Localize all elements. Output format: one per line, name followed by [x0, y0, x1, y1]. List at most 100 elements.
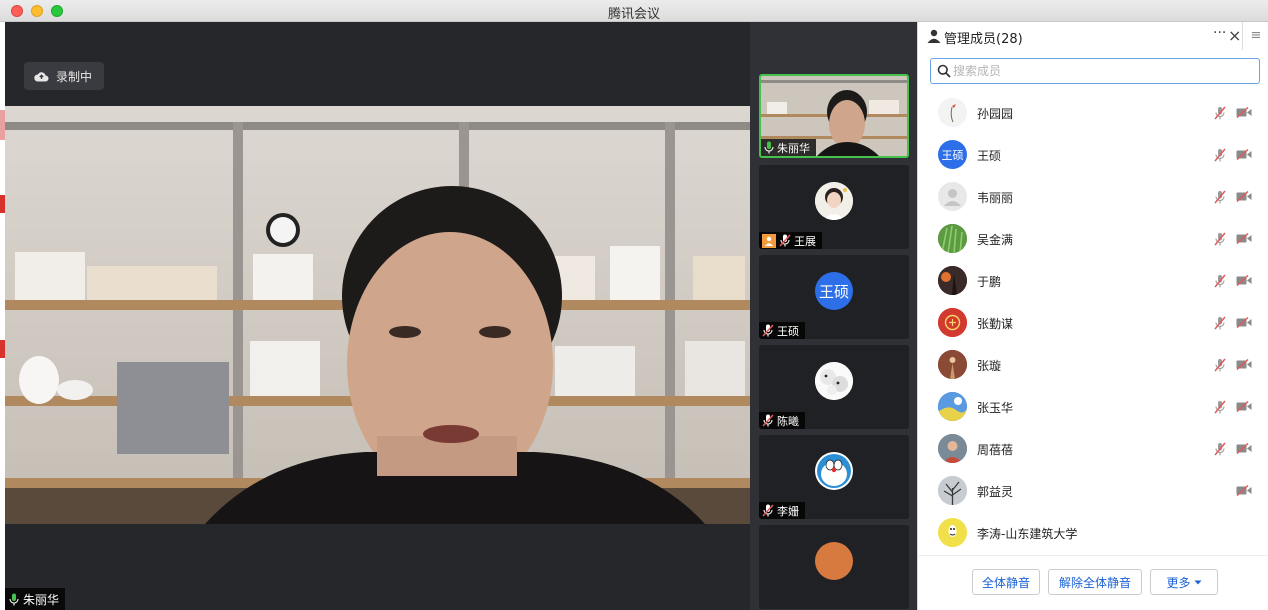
- camera-off-icon[interactable]: [1236, 107, 1252, 118]
- mic-muted-icon: [779, 234, 791, 247]
- camera-off-icon[interactable]: [1236, 191, 1252, 202]
- cartoon-avatar-icon: [938, 518, 967, 547]
- member-search-box[interactable]: [930, 58, 1260, 84]
- avatar: [938, 434, 967, 463]
- caret-down-icon: [1194, 580, 1201, 584]
- mic-muted-icon[interactable]: [1214, 274, 1226, 288]
- member-row[interactable]: 周蓓蓓: [918, 428, 1268, 470]
- mic-muted-icon: [762, 504, 774, 517]
- doraemon-photo-icon: [817, 454, 851, 488]
- member-name: 郭益灵: [977, 485, 1014, 499]
- camera-off-icon[interactable]: [1236, 233, 1252, 244]
- mic-muted-icon[interactable]: [1214, 190, 1226, 204]
- member-row[interactable]: 吴金满: [918, 218, 1268, 260]
- member-name: 孙园园: [977, 107, 1014, 121]
- avatar: [938, 476, 967, 505]
- camera-off-icon[interactable]: [1236, 275, 1252, 286]
- puppies-photo-icon: [815, 362, 853, 400]
- panel-footer: 全体静音 解除全体静音 更多: [918, 555, 1268, 610]
- main-speaker-name: 朱丽华: [23, 592, 60, 607]
- grass-photo-icon: [938, 224, 967, 253]
- thumbnail-chenxi[interactable]: 陈曦: [759, 345, 909, 429]
- person-icon: [927, 29, 941, 43]
- member-management-panel: 管理成员(28) ··· × ≡ 孙园园: [917, 22, 1268, 610]
- avatar: [938, 308, 967, 337]
- avatar: [815, 542, 853, 580]
- host-icon: [762, 233, 776, 248]
- thumbnail-label: 李姗: [759, 502, 805, 519]
- panel-title: 管理成员(28): [944, 32, 1023, 47]
- more-options-icon[interactable]: ···: [1213, 25, 1226, 41]
- member-row[interactable]: 郭益灵: [918, 470, 1268, 512]
- thumbnail-name: 陈曦: [777, 414, 799, 428]
- camera-off-icon[interactable]: [1236, 485, 1252, 496]
- avatar: [938, 182, 967, 211]
- mic-muted-icon[interactable]: [1214, 442, 1226, 456]
- main-video-frame: [5, 106, 750, 524]
- member-name: 李涛-山东建筑大学: [977, 527, 1078, 541]
- member-search-input[interactable]: [953, 61, 1253, 81]
- member-name: 王硕: [977, 149, 1002, 163]
- mic-muted-icon[interactable]: [1214, 358, 1226, 372]
- member-row[interactable]: 张璇: [918, 344, 1268, 386]
- thumbnail-lishan[interactable]: 李姗: [759, 435, 909, 519]
- avatar: [938, 224, 967, 253]
- main-speaker-name-tag: 朱丽华: [5, 588, 66, 610]
- member-name: 韦丽丽: [977, 191, 1014, 205]
- avatar: [938, 350, 967, 379]
- member-list[interactable]: 孙园园 王硕 王硕 韦丽丽 吴金满 于鹏 张勤谋 张璇 张玉华 周蓓蓓 郭益灵 …: [918, 92, 1268, 554]
- thumbnail-label: 朱丽华: [761, 139, 816, 156]
- member-name: 吴金满: [977, 233, 1014, 247]
- main-speaker-video[interactable]: [5, 106, 750, 524]
- window-title: 腾讯会议: [607, 7, 660, 22]
- mic-muted-icon[interactable]: [1214, 400, 1226, 414]
- avatar: [815, 182, 853, 220]
- member-row[interactable]: 张玉华: [918, 386, 1268, 428]
- member-row[interactable]: 李涛-山东建筑大学: [918, 512, 1268, 554]
- thumbnail-wangshuo[interactable]: 王硕 王硕: [759, 255, 909, 339]
- avatar: 王硕: [938, 140, 967, 169]
- mute-all-button[interactable]: 全体静音: [972, 569, 1040, 595]
- member-row[interactable]: 王硕 王硕: [918, 134, 1268, 176]
- camera-off-icon[interactable]: [1236, 359, 1252, 370]
- member-row[interactable]: 韦丽丽: [918, 176, 1268, 218]
- mic-on-icon: [764, 141, 774, 154]
- thumbnail-partial[interactable]: [759, 525, 909, 609]
- member-name: 张勤谋: [977, 317, 1014, 331]
- thumbnail-name: 王硕: [777, 324, 799, 338]
- participant-thumbnail-strip[interactable]: 朱丽华 王展 王硕 王硕 陈曦 李姗: [750, 22, 917, 610]
- camera-off-icon[interactable]: [1236, 401, 1252, 412]
- mic-muted-icon: [762, 414, 774, 427]
- close-icon[interactable]: ×: [1228, 26, 1241, 45]
- mic-muted-icon[interactable]: [1214, 148, 1226, 162]
- avatar: 王硕: [815, 272, 853, 310]
- avatar: [938, 392, 967, 421]
- member-row[interactable]: 张勤谋: [918, 302, 1268, 344]
- cloud-icon: [34, 71, 49, 81]
- mic-muted-icon[interactable]: [1214, 316, 1226, 330]
- thumbnail-label: 陈曦: [759, 412, 805, 429]
- thumbnail-wangzhan[interactable]: 王展: [759, 165, 909, 249]
- thumbnail-zhulihua[interactable]: 朱丽华: [759, 74, 909, 158]
- mic-muted-icon[interactable]: [1214, 106, 1226, 120]
- member-row[interactable]: 孙园园: [918, 92, 1268, 134]
- menu-icon[interactable]: ≡: [1242, 22, 1268, 50]
- unmute-all-button[interactable]: 解除全体静音: [1048, 569, 1142, 595]
- member-row[interactable]: 于鹏: [918, 260, 1268, 302]
- flower-photo-icon: [938, 98, 967, 127]
- recording-label: 录制中: [56, 69, 93, 84]
- mic-muted-icon[interactable]: [1214, 232, 1226, 246]
- camera-off-icon[interactable]: [1236, 443, 1252, 454]
- search-icon: [937, 64, 951, 78]
- panel-header: 管理成员(28) ··· × ≡: [918, 22, 1268, 50]
- tree-photo-icon: [938, 476, 967, 505]
- more-button[interactable]: 更多: [1150, 569, 1218, 595]
- thumbnail-label: 王硕: [759, 322, 805, 339]
- camera-off-icon[interactable]: [1236, 149, 1252, 160]
- camera-off-icon[interactable]: [1236, 317, 1252, 328]
- member-name: 于鹏: [977, 275, 1002, 289]
- red-emblem-icon: [938, 308, 967, 337]
- member-name: 张璇: [977, 359, 1002, 373]
- figure-photo-icon: [938, 350, 967, 379]
- avatar: [815, 452, 853, 490]
